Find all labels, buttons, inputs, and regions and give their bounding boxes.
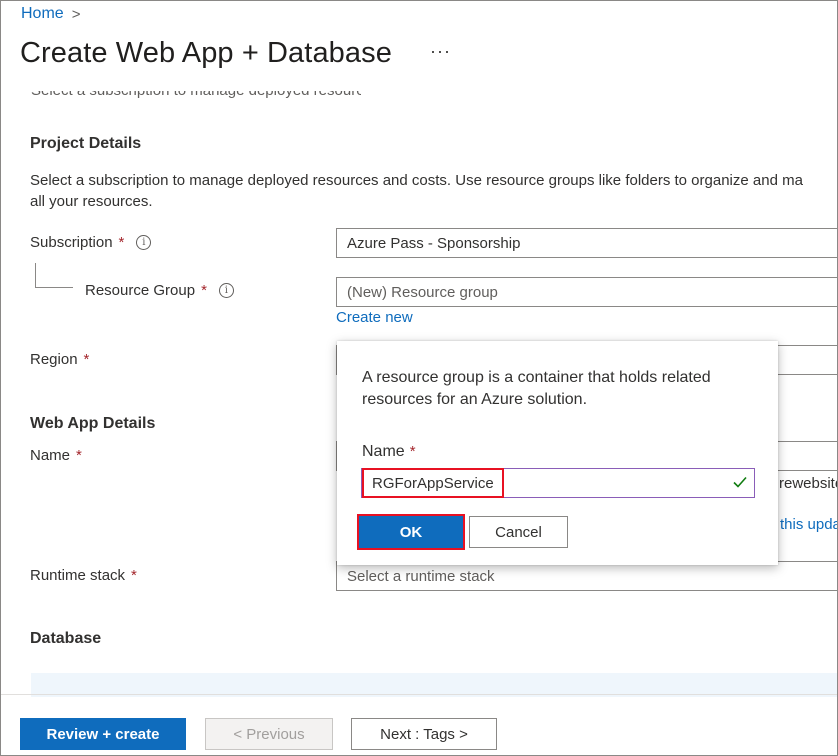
cancel-button[interactable]: Cancel bbox=[469, 516, 568, 548]
name-label: Name * bbox=[30, 447, 82, 464]
checkmark-icon bbox=[733, 476, 747, 488]
required-marker: * bbox=[409, 443, 416, 460]
chevron-right-icon: > bbox=[71, 5, 81, 23]
update-link[interactable]: this upda bbox=[780, 516, 837, 533]
region-label: Region * bbox=[30, 351, 90, 368]
tree-connector bbox=[35, 263, 36, 287]
create-resource-group-callout: A resource group is a container that hol… bbox=[337, 341, 778, 565]
previous-button[interactable]: < Previous bbox=[205, 718, 333, 750]
runtime-stack-dropdown[interactable]: Select a runtime stack bbox=[336, 561, 837, 591]
required-marker: * bbox=[83, 351, 90, 368]
scrolled-text-fragment: Select a subscription to manage deployed… bbox=[31, 91, 361, 105]
more-icon[interactable]: ··· bbox=[430, 41, 451, 62]
subscription-dropdown[interactable]: Azure Pass - Sponsorship bbox=[336, 228, 837, 258]
resource-group-label: Resource Group * i bbox=[85, 282, 234, 299]
required-marker: * bbox=[131, 567, 137, 584]
callout-name-label: Name * bbox=[362, 443, 416, 460]
info-icon[interactable]: i bbox=[136, 235, 152, 250]
footer-divider bbox=[1, 694, 837, 695]
database-heading: Database bbox=[30, 630, 102, 647]
runtime-stack-label: Runtime stack * bbox=[30, 567, 137, 584]
page-title: Create Web App + Database bbox=[20, 37, 392, 69]
breadcrumb-home-link[interactable]: Home bbox=[21, 5, 64, 23]
required-marker: * bbox=[76, 447, 82, 464]
resource-group-dropdown[interactable]: (New) Resource group bbox=[336, 277, 837, 307]
ok-button-highlight: OK bbox=[357, 514, 465, 550]
required-marker: * bbox=[118, 234, 125, 251]
resource-group-name-input[interactable]: RGForAppService bbox=[361, 468, 755, 498]
create-new-link[interactable]: Create new bbox=[336, 309, 413, 326]
subscription-label: Subscription * i bbox=[30, 234, 152, 251]
project-details-description: Select a subscription to manage deployed… bbox=[30, 172, 803, 210]
required-marker: * bbox=[201, 282, 207, 299]
domain-suffix: rewebsite bbox=[779, 475, 838, 492]
web-app-details-heading: Web App Details bbox=[30, 415, 156, 432]
next-tags-button[interactable]: Next : Tags > bbox=[351, 718, 497, 750]
review-create-button[interactable]: Review + create bbox=[20, 718, 186, 750]
info-icon[interactable]: i bbox=[218, 283, 234, 298]
create-web-app-blade: Home > Create Web App + Database ··· Sel… bbox=[0, 0, 838, 756]
tree-connector bbox=[35, 287, 73, 288]
ok-button[interactable]: OK bbox=[359, 516, 463, 548]
resource-group-name-value: RGForAppService bbox=[362, 468, 504, 498]
callout-description: A resource group is a container that hol… bbox=[362, 369, 711, 408]
project-details-heading: Project Details bbox=[30, 135, 142, 152]
breadcrumb: Home > bbox=[21, 5, 80, 23]
